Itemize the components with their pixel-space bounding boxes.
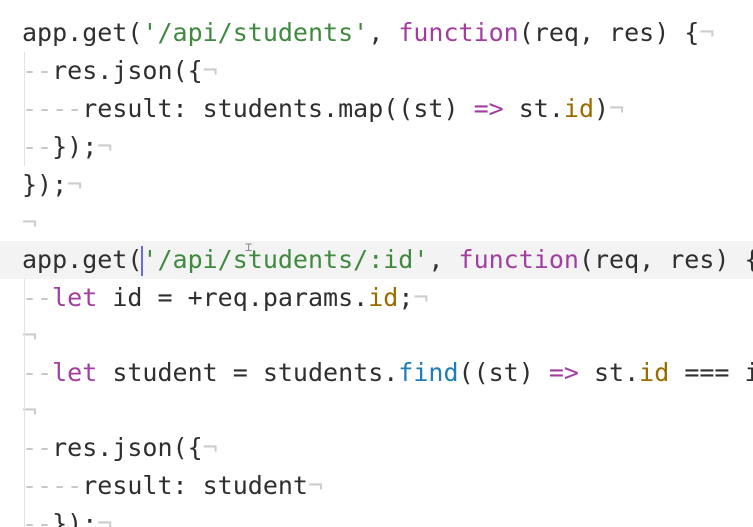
code-line-11: ¬ xyxy=(0,392,753,430)
code-line-9: ¬ xyxy=(0,317,753,355)
property-token: id xyxy=(563,94,594,123)
code-token: , xyxy=(428,245,459,274)
property-token: id xyxy=(639,358,670,387)
code-line-7-active: app.get('/api/students/:id', function(re… xyxy=(0,241,753,279)
code-line-14: --});¬ xyxy=(0,505,753,527)
newline-marker: ¬ xyxy=(202,56,218,85)
newline-marker: ¬ xyxy=(308,471,324,500)
indent-guide-dots: -- xyxy=(22,283,53,312)
indent-guide-line xyxy=(24,52,25,166)
keyword: let xyxy=(52,283,98,312)
newline-marker: ¬ xyxy=(699,18,715,47)
code-line-8: --let id = +req.params.id;¬ xyxy=(0,279,753,317)
newline-marker: ¬ xyxy=(22,208,38,237)
code-token: result: students.map((st) xyxy=(82,94,474,123)
code-token: }); xyxy=(52,509,98,527)
code-line-13: ----result: student¬ xyxy=(0,467,753,505)
string-literal: '/api/students/:id' xyxy=(142,245,429,274)
keyword: let xyxy=(52,358,98,387)
newline-marker: ¬ xyxy=(97,509,113,527)
code-token: (req, res) { xyxy=(518,18,700,47)
code-line-12: --res.json({¬ xyxy=(0,429,753,467)
code-token: res.json({ xyxy=(52,433,203,462)
newline-marker: ¬ xyxy=(413,283,429,312)
code-token: (req, res) { xyxy=(578,245,753,274)
indent-guide-dots: -- xyxy=(22,433,53,462)
arrow-operator: => xyxy=(548,358,579,387)
code-token: , xyxy=(368,18,399,47)
keyword: function xyxy=(458,245,579,274)
indent-guide-dots: -- xyxy=(22,132,53,161)
code-token: ) xyxy=(594,94,610,123)
code-line-5: });¬ xyxy=(0,166,753,204)
code-token: === i xyxy=(669,358,753,387)
code-token: ; xyxy=(398,283,414,312)
arrow-operator: => xyxy=(473,94,504,123)
code-token: res.json({ xyxy=(52,56,203,85)
code-token: app.get( xyxy=(22,245,143,274)
code-token: student = students. xyxy=(97,358,399,387)
code-token: id = +req.params. xyxy=(97,283,369,312)
indent-guide-line xyxy=(24,279,25,527)
indent-guide-dots: ---- xyxy=(22,94,83,123)
indent-guide-dots: ---- xyxy=(22,471,83,500)
newline-marker: ¬ xyxy=(609,94,625,123)
indent-guide-dots: -- xyxy=(22,358,53,387)
code-token: }); xyxy=(22,170,68,199)
code-line-2: --res.json({¬ xyxy=(0,52,753,90)
code-token: result: student xyxy=(82,471,308,500)
indent-guide-dots: -- xyxy=(22,509,53,527)
code-token: st. xyxy=(578,358,640,387)
code-line-1: app.get('/api/students', function(req, r… xyxy=(0,14,753,52)
code-token: st. xyxy=(503,94,564,123)
code-token: }); xyxy=(52,132,98,161)
keyword: function xyxy=(398,18,519,47)
property-token: id xyxy=(368,283,399,312)
newline-marker: ¬ xyxy=(97,132,113,161)
function-token: find xyxy=(398,358,459,387)
code-line-10: --let student = students.find((st) => st… xyxy=(0,354,753,392)
code-token: ((st) xyxy=(458,358,549,387)
code-editor[interactable]: app.get('/api/students', function(req, r… xyxy=(0,0,753,527)
code-line-4: --});¬ xyxy=(0,128,753,166)
ibeam-pointer-icon: ⌶ xyxy=(245,241,252,253)
code-line-6: ¬ xyxy=(0,204,753,242)
string-literal: '/api/students' xyxy=(142,18,369,47)
code-line-3: ----result: students.map((st) => st.id)¬ xyxy=(0,90,753,128)
code-token: app.get( xyxy=(22,18,143,47)
indent-guide-dots: -- xyxy=(22,56,53,85)
newline-marker: ¬ xyxy=(67,170,83,199)
newline-marker: ¬ xyxy=(202,433,218,462)
